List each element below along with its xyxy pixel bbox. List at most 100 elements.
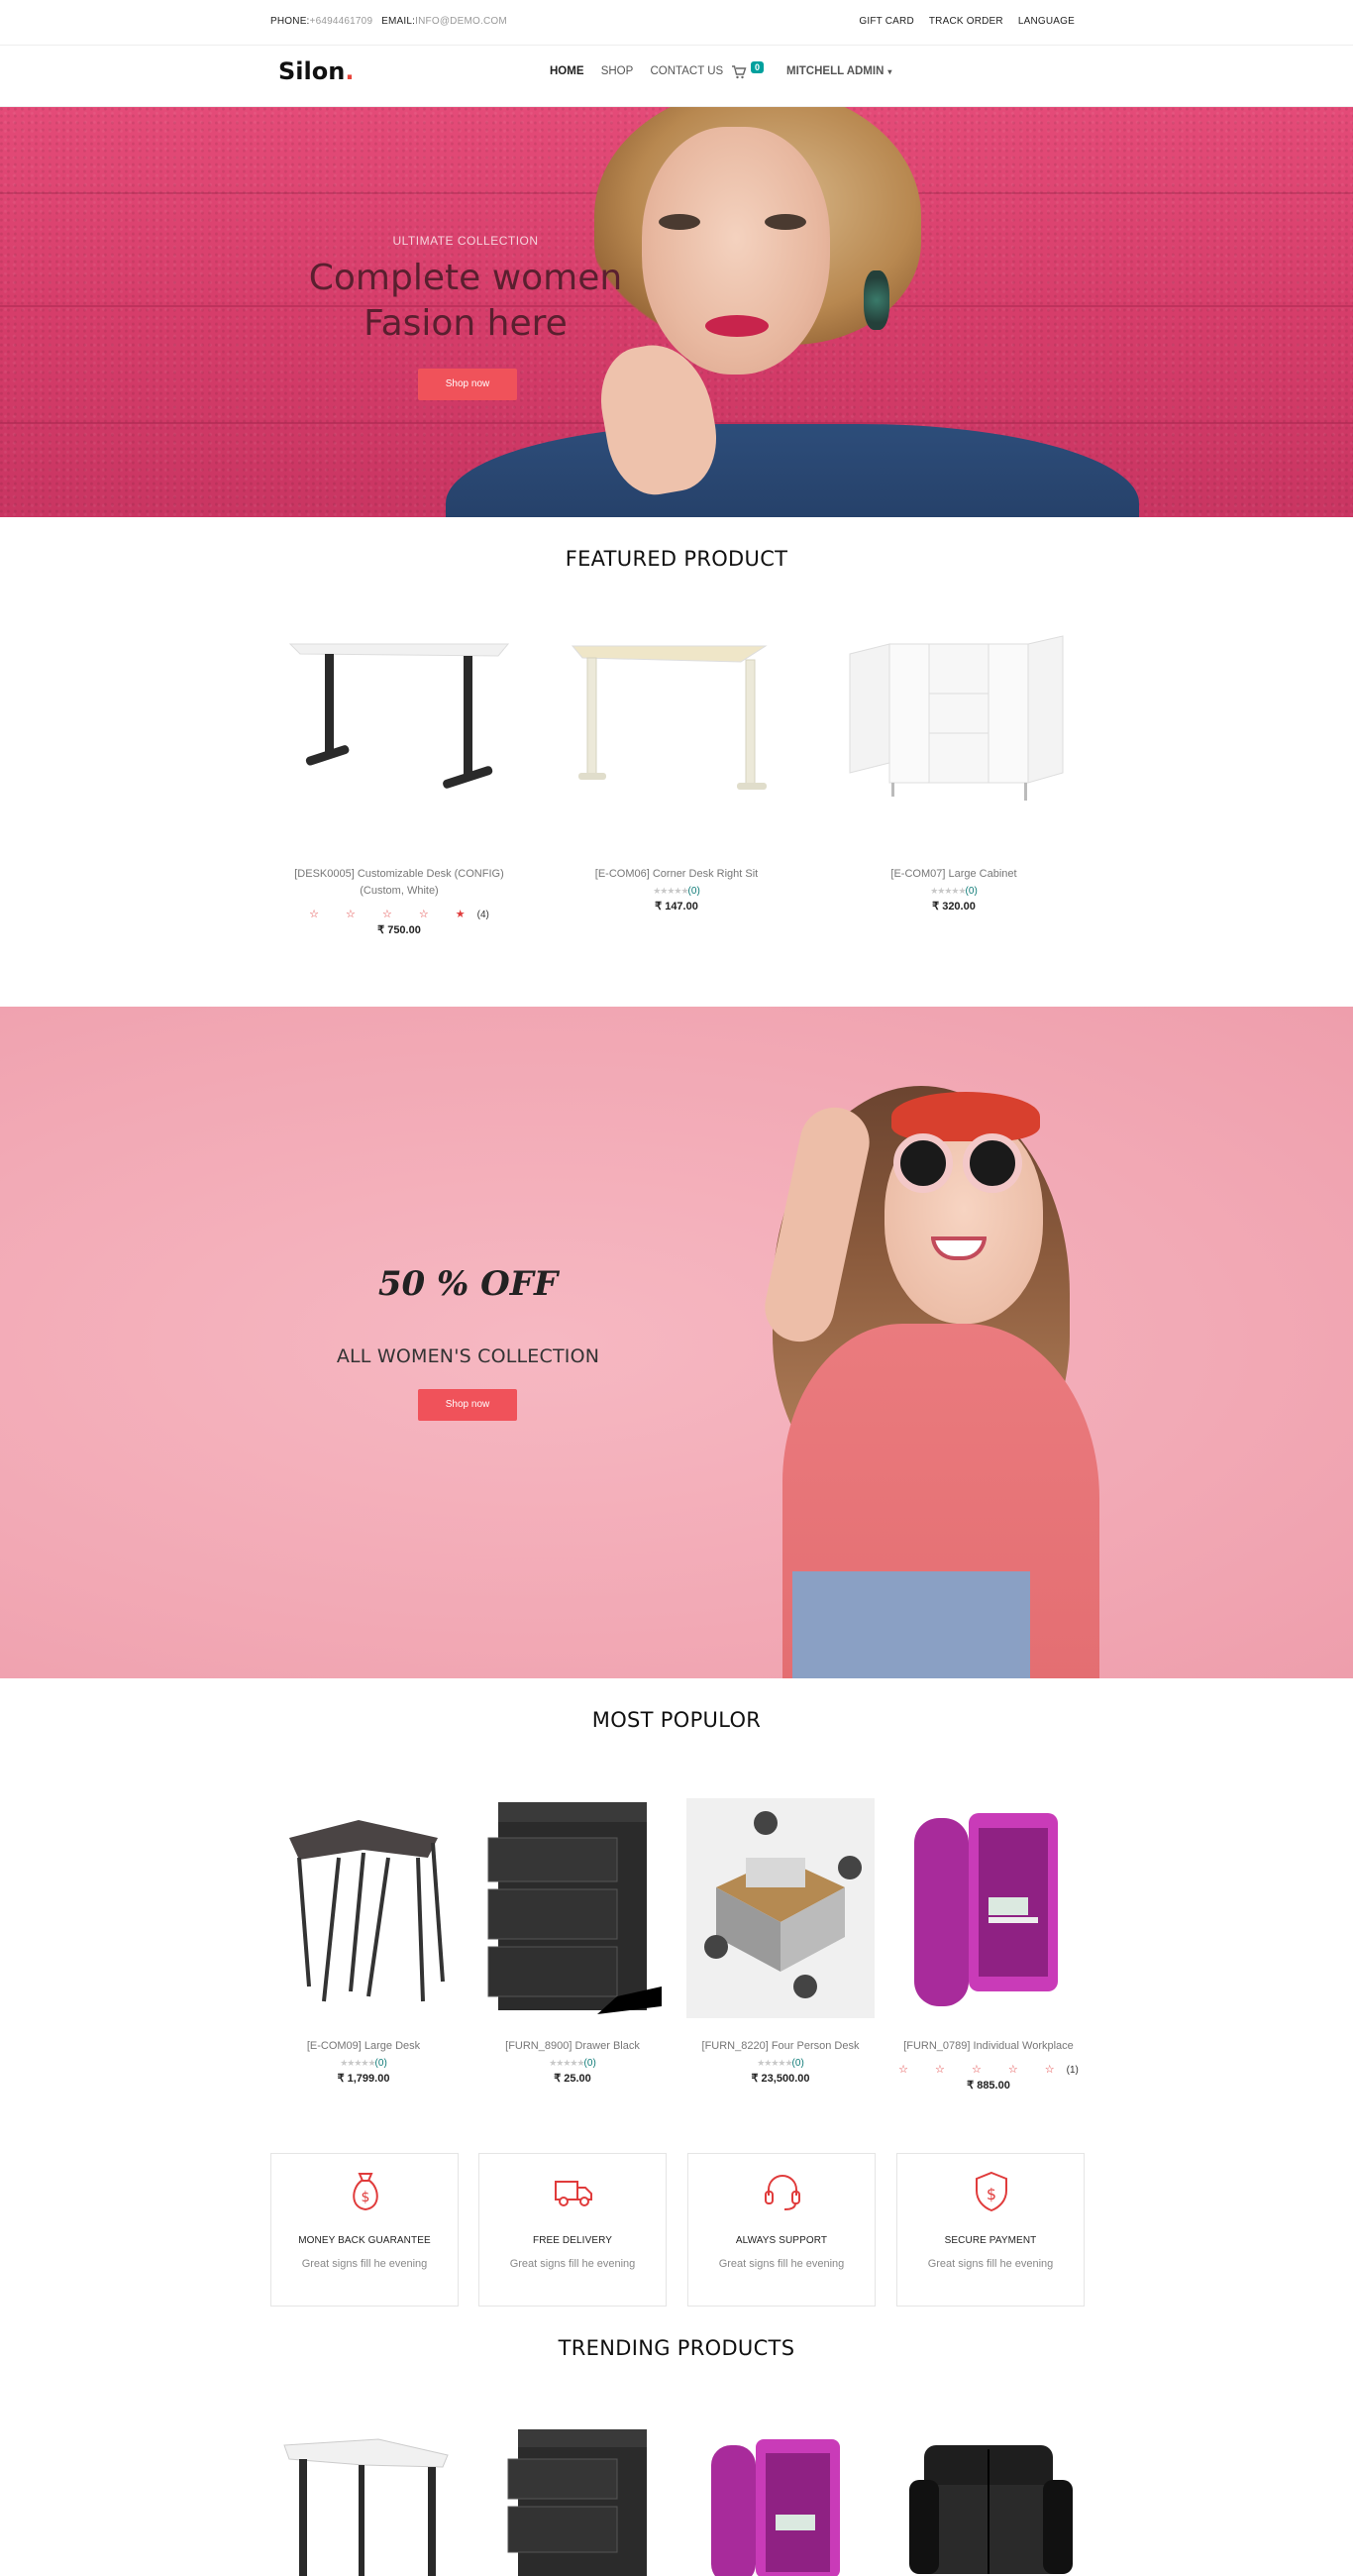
product-image[interactable] [553,624,800,832]
product-card[interactable]: [E-COM06] Corner Desk Right Sit ★★★★★(0)… [553,624,800,912]
product-name[interactable]: [E-COM06] Corner Desk Right Sit [553,866,800,883]
product-price: ₹ 147.00 [655,901,698,912]
model-eye [765,214,806,230]
product-image[interactable] [686,2425,875,2576]
top-bar: PHONE:+6494461709 EMAIL:INFO@DEMO.COM GI… [0,0,1353,46]
product-image[interactable] [275,624,523,832]
desk-illustration [288,643,510,789]
product-name[interactable]: [DESK0005] Customizable Desk (CONFIG) (C… [275,866,523,900]
user-name: MITCHELL ADMIN [786,65,885,77]
trending-section-title: TRENDING PRODUCTS [558,2336,795,2360]
desk-illustration [571,645,768,790]
model-eye [659,214,700,230]
product-price: ₹ 750.00 [377,924,421,936]
drawer-illustration [487,1802,662,2014]
logo-dot: . [345,57,355,85]
product-image[interactable] [478,2425,667,2576]
model-lips [705,315,769,337]
desk-illustration [283,2438,449,2576]
shield-dollar-icon: $ [976,2171,1007,2212]
product-card[interactable]: [E-COM09] Large Desk ★★★★★(0) ₹ 1,799.00 [269,1798,458,2085]
hero-subtitle: ULTIMATE COLLECTION [392,234,539,248]
feature-box: $ SECURE PAYMENT Great signs fill he eve… [896,2153,1085,2307]
promo-offer: 50 % OFF [377,1264,559,1304]
star-rating-icons: ★★★★★ [930,886,966,896]
hero-banner: ULTIMATE COLLECTION Complete women Fasio… [0,107,1353,517]
phone-label: PHONE: [270,16,310,27]
product-image[interactable] [894,2425,1083,2576]
promo-shop-now-button[interactable]: Shop now [418,1389,517,1421]
rating-count: (1) [1066,2065,1079,2076]
product-name[interactable]: [FURN_8220] Four Person Desk [686,2038,875,2055]
product-name[interactable]: [FURN_8900] Drawer Black [478,2038,667,2055]
product-name[interactable]: [FURN_0789] Individual Workplace [894,2038,1083,2055]
product-name[interactable]: [E-COM07] Large Cabinet [830,866,1078,883]
product-rating: ☆ ☆ ☆ ☆ ☆(1) [894,2063,1083,2076]
product-price: ₹ 23,500.00 [751,2073,810,2085]
product-card[interactable]: [DESK0005] Customizable Desk (CONFIG) (C… [275,624,523,936]
hero-shop-now-button[interactable]: Shop now [418,369,517,400]
rating-count: (0) [583,2058,596,2069]
contact-info: PHONE:+6494461709 EMAIL:INFO@DEMO.COM [270,16,507,27]
product-card[interactable]: [E-COM07] Large Cabinet ★★★★★(0) ₹ 320.0… [830,624,1078,912]
feature-title: SECURE PAYMENT [944,2235,1037,2246]
product-image[interactable] [686,1798,875,2018]
track-order-link[interactable]: TRACK ORDER [929,16,1003,27]
truck-icon [555,2181,592,2206]
product-card[interactable]: [FURN_0789] Individual Workplace ☆ ☆ ☆ ☆… [894,1798,1083,2092]
product-rating: ☆ ☆ ☆ ☆ ★(4) [275,908,523,920]
star-rating-icons: ★★★★★ [653,886,688,896]
star-rating-icons: ☆ ☆ ☆ ☆ ★ [309,909,477,920]
feature-description: Great signs fill he evening [927,2258,1054,2270]
svg-text:$: $ [987,2185,996,2203]
phone-value[interactable]: +6494461709 [310,16,373,27]
star-rating-icons: ★★★★★ [549,2058,584,2068]
feature-box: ALWAYS SUPPORT Great signs fill he eveni… [687,2153,876,2307]
product-rating: ★★★★★(0) [830,886,1078,897]
promo-collection: ALL WOMEN'S COLLECTION [336,1345,600,1367]
language-link[interactable]: LANGUAGE [1018,16,1075,27]
cart-count-badge: 0 [751,61,765,73]
product-card[interactable]: [FURN_8220] Four Person Desk ★★★★★(0) ₹ … [686,1798,875,2085]
main-navbar: Silon. HOME SHOP CONTACT US 0 MITCHELL A… [0,46,1353,107]
rating-count: (0) [374,2058,387,2069]
product-name[interactable]: [E-COM09] Large Desk [269,2038,458,2055]
rating-count: (0) [687,886,700,897]
nav-item-home[interactable]: HOME [550,65,584,77]
nav-item-contact[interactable]: CONTACT US [651,65,724,77]
product-rating: ★★★★★(0) [553,886,800,897]
logo[interactable]: Silon. [278,57,354,85]
cabinet-illustration [849,635,1064,801]
feature-description: Great signs fill he evening [718,2258,845,2270]
svg-text:$: $ [362,2190,370,2205]
product-image[interactable] [269,1798,458,2018]
desk-illustration [289,1820,445,2002]
product-image[interactable] [894,1798,1083,2018]
logo-text: Silon [278,57,346,85]
cart-icon [732,65,747,79]
nav-item-shop[interactable]: SHOP [601,65,634,77]
workplace-pod-illustration [914,1813,1058,2006]
model-jeans [792,1571,1030,1678]
star-rating-icons: ★★★★★ [340,2058,375,2068]
product-image[interactable] [830,624,1078,832]
email-label: EMAIL: [381,16,416,27]
product-price: ₹ 1,799.00 [337,2073,390,2085]
feature-title: ALWAYS SUPPORT [735,2235,828,2246]
product-rating: ★★★★★(0) [478,2058,667,2069]
product-image[interactable] [269,2425,458,2576]
product-image[interactable] [478,1798,667,2018]
drawer-illustration [507,2429,647,2576]
model-sunglasses [893,1133,953,1193]
feature-title: MONEY BACK GUARANTEE [298,2235,431,2246]
user-menu[interactable]: MITCHELL ADMIN ▾ [786,65,891,77]
email-value[interactable]: INFO@DEMO.COM [415,16,507,27]
cart-button[interactable]: 0 [731,61,765,83]
feature-description: Great signs fill he evening [301,2258,428,2270]
top-links: GIFT CARD TRACK ORDER LANGUAGE [847,16,1075,27]
sofa-illustration [909,2445,1073,2574]
nav-menu: HOME SHOP CONTACT US [550,65,737,77]
feature-box: $ MONEY BACK GUARANTEE Great signs fill … [270,2153,459,2307]
gift-card-link[interactable]: GIFT CARD [859,16,914,27]
product-card[interactable]: [FURN_8900] Drawer Black ★★★★★(0) ₹ 25.0… [478,1798,667,2085]
